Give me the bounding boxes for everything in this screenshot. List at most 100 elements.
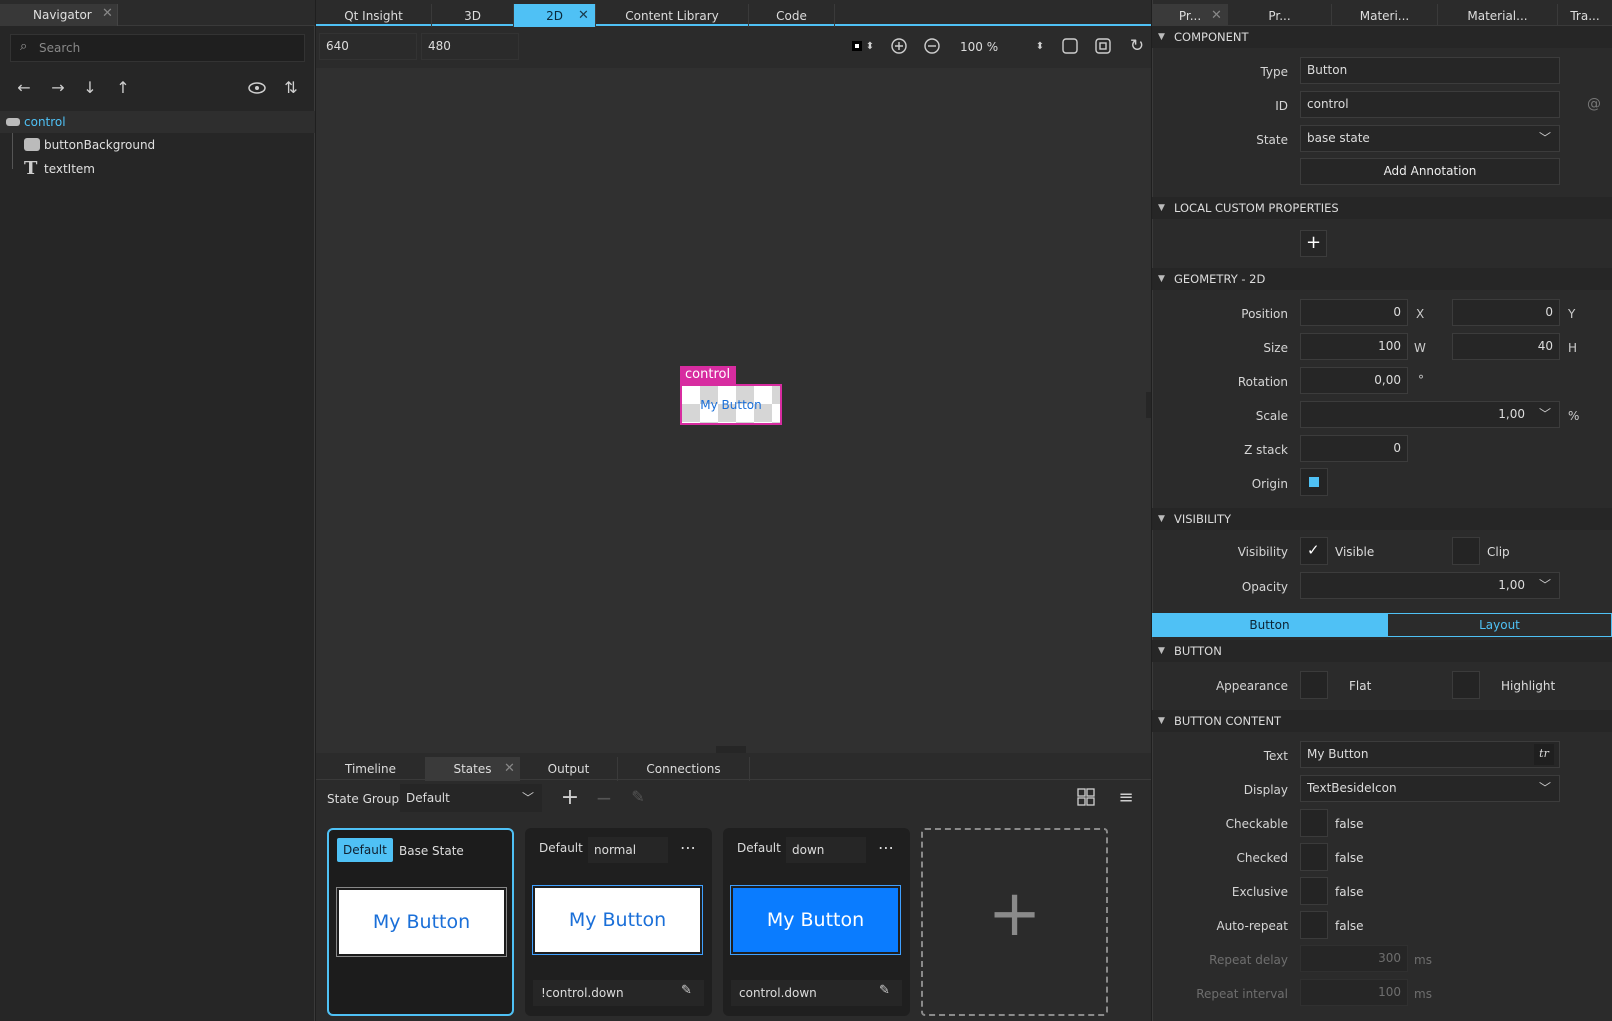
subtab-layout[interactable]: Layout xyxy=(1387,613,1612,637)
fit-all-icon[interactable] xyxy=(1093,36,1115,56)
spin-icon[interactable]: ⬍ xyxy=(1034,37,1046,57)
flat-checkbox[interactable] xyxy=(1300,671,1328,699)
canvas-width-input[interactable]: 640 xyxy=(319,33,417,60)
arrow-up-icon[interactable]: ↑ xyxy=(113,78,133,98)
section-geometry[interactable]: ▼ GEOMETRY - 2D xyxy=(1152,268,1612,290)
reset-icon[interactable]: ↻ xyxy=(1126,36,1148,56)
section-button-content[interactable]: ▼ BUTTON CONTENT xyxy=(1152,710,1612,732)
tab-2d[interactable]: 2D ✕ xyxy=(514,4,596,28)
more-options-icon[interactable]: ⋯ xyxy=(878,838,895,857)
tab-material[interactable]: Materi... xyxy=(1332,4,1438,28)
tab-translation[interactable]: Tra... xyxy=(1558,4,1612,28)
close-icon[interactable]: ✕ xyxy=(578,4,589,28)
section-local-custom-properties[interactable]: ▼ LOCAL CUSTOM PROPERTIES xyxy=(1152,197,1612,219)
section-button[interactable]: ▼ BUTTON xyxy=(1152,640,1612,662)
tab-3d[interactable]: 3D xyxy=(432,4,514,28)
state-card-down[interactable]: Default down ⋯ My Button control.down ✎ xyxy=(723,828,910,1016)
canvas-button-item[interactable]: My Button xyxy=(680,384,782,425)
close-icon[interactable]: ✕ xyxy=(504,757,515,781)
canvas[interactable]: control My Button xyxy=(316,68,1151,753)
selection-tag[interactable]: control xyxy=(680,366,736,384)
spin-icon[interactable]: ⬍ xyxy=(864,37,876,57)
search-input[interactable]: ⌕ Search xyxy=(10,34,305,62)
tree-item-control[interactable]: control xyxy=(0,111,315,133)
size-w-field[interactable]: 100 xyxy=(1300,333,1408,360)
state-group-select[interactable]: Default ﹀ xyxy=(400,784,542,812)
default-badge[interactable]: Default xyxy=(337,838,393,862)
checked-checkbox[interactable] xyxy=(1300,843,1328,871)
scale-field[interactable]: 1,00 ﹀ xyxy=(1300,401,1560,428)
tree-item-textitem[interactable]: T textItem xyxy=(0,158,315,180)
close-icon[interactable]: ✕ xyxy=(1211,4,1222,28)
arrow-right-icon[interactable]: → xyxy=(48,78,68,98)
rotation-field[interactable]: 0,00 xyxy=(1300,367,1408,394)
tab-project[interactable]: Pr... xyxy=(1228,4,1332,28)
default-badge[interactable]: Default xyxy=(533,836,589,860)
autorepeat-checkbox[interactable] xyxy=(1300,911,1328,939)
position-x-field[interactable]: 0 xyxy=(1300,299,1408,326)
canvas-hscroll-handle[interactable] xyxy=(716,746,746,753)
canvas-scroll-handle[interactable] xyxy=(1146,392,1151,418)
edit-icon[interactable]: ✎ xyxy=(627,787,649,807)
tab-connections[interactable]: Connections xyxy=(618,757,750,781)
tab-qt-insight[interactable]: Qt Insight xyxy=(316,4,432,28)
state-card-normal[interactable]: Default normal ⋯ My Button !control.down… xyxy=(525,828,712,1016)
state-name-input[interactable]: normal xyxy=(588,837,668,863)
canvas-height-input[interactable]: 480 xyxy=(421,33,519,60)
size-h-field[interactable]: 40 xyxy=(1452,333,1560,360)
arrow-down-icon[interactable]: ↓ xyxy=(80,78,100,98)
tree-item-buttonbackground[interactable]: buttonBackground xyxy=(0,134,315,156)
tab-timeline[interactable]: Timeline xyxy=(316,757,426,781)
chevron-down-icon[interactable]: ﹀ xyxy=(1539,573,1551,598)
eye-icon[interactable] xyxy=(246,78,270,98)
when-condition-field[interactable]: control.down ✎ xyxy=(731,980,902,1006)
edit-icon[interactable]: ✎ xyxy=(879,983,890,998)
zoom-level[interactable]: 100 % xyxy=(960,40,998,54)
navigator-tab[interactable]: Navigator ✕ xyxy=(0,4,118,26)
chevron-down-icon[interactable]: ﹀ xyxy=(1539,402,1551,427)
when-condition-field[interactable]: !control.down ✎ xyxy=(533,980,704,1006)
default-badge[interactable]: Default xyxy=(731,836,787,860)
add-icon[interactable]: + xyxy=(559,787,581,809)
tab-code[interactable]: Code xyxy=(749,4,835,28)
origin-picker[interactable] xyxy=(1300,468,1328,496)
state-name-input[interactable]: down xyxy=(786,837,866,863)
text-field[interactable]: My Button tr xyxy=(1300,741,1560,768)
more-options-icon[interactable]: ⋯ xyxy=(680,838,697,857)
grid-view-icon[interactable] xyxy=(1077,788,1099,806)
type-field[interactable]: Button xyxy=(1300,57,1560,84)
list-view-icon[interactable]: ≡ xyxy=(1115,788,1137,808)
tab-output[interactable]: Output xyxy=(520,757,618,781)
background-color-icon[interactable] xyxy=(852,41,862,51)
alias-icon[interactable]: @ xyxy=(1587,96,1601,112)
tab-content-library[interactable]: Content Library xyxy=(596,4,749,28)
z-stack-field[interactable]: 0 xyxy=(1300,435,1408,462)
fit-selection-icon[interactable] xyxy=(1060,36,1082,56)
zoom-in-icon[interactable] xyxy=(889,36,911,56)
tab-material-editor[interactable]: Material... xyxy=(1438,4,1558,28)
clip-checkbox[interactable] xyxy=(1452,537,1480,565)
exclusive-checkbox[interactable] xyxy=(1300,877,1328,905)
tab-properties[interactable]: Pr... ✕ xyxy=(1153,4,1228,28)
edit-icon[interactable]: ✎ xyxy=(681,983,692,998)
close-icon[interactable]: ✕ xyxy=(102,6,113,21)
add-state-button[interactable]: + xyxy=(921,828,1108,1016)
checkable-checkbox[interactable] xyxy=(1300,809,1328,837)
state-select[interactable]: base state ﹀ xyxy=(1300,125,1560,152)
section-component[interactable]: ▼ COMPONENT xyxy=(1152,26,1612,48)
remove-icon[interactable]: − xyxy=(593,788,615,808)
add-property-button[interactable]: + xyxy=(1300,230,1327,257)
add-annotation-button[interactable]: Add Annotation xyxy=(1300,158,1560,185)
opacity-field[interactable]: 1,00 ﹀ xyxy=(1300,572,1560,599)
subtab-button[interactable]: Button xyxy=(1152,613,1387,637)
display-select[interactable]: TextBesideIcon ﹀ xyxy=(1300,775,1560,802)
zoom-out-icon[interactable] xyxy=(922,36,944,56)
state-card-base[interactable]: Default Base State My Button xyxy=(327,828,514,1016)
tab-states[interactable]: States ✕ xyxy=(426,757,520,781)
id-field[interactable]: control xyxy=(1300,91,1560,118)
visible-checkbox[interactable]: ✓ xyxy=(1300,537,1328,565)
position-y-field[interactable]: 0 xyxy=(1452,299,1560,326)
sort-icon[interactable]: ⇅ xyxy=(280,78,302,98)
highlight-checkbox[interactable] xyxy=(1452,671,1480,699)
section-visibility[interactable]: ▼ VISIBILITY xyxy=(1152,508,1612,530)
